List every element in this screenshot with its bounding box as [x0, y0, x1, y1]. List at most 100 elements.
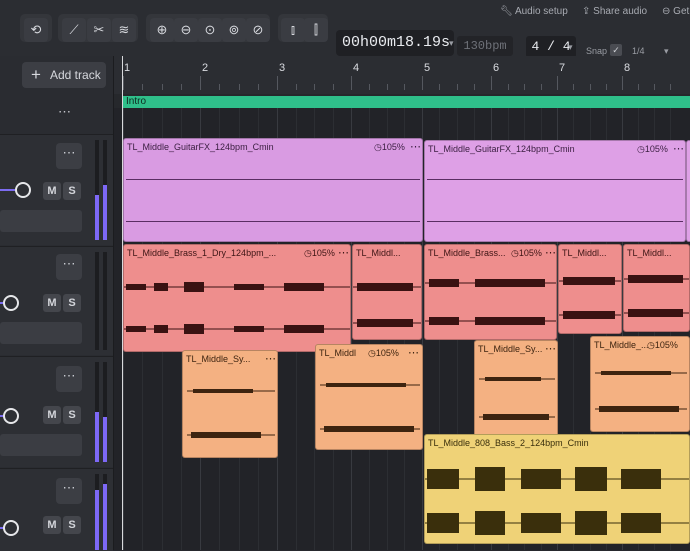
zoom-fit-icon[interactable]: ⊙: [198, 18, 222, 42]
scissors-icon[interactable]: ✂: [87, 18, 111, 42]
audio-clip[interactable]: TL_Middle_Sy... ⋯: [474, 340, 558, 440]
bar-number: 1: [124, 62, 131, 74]
track-more-button[interactable]: ⋯: [56, 366, 82, 392]
get-link[interactable]: ⊖ Get: [662, 6, 689, 17]
bar-number: 7: [559, 62, 566, 74]
grid-value[interactable]: 1/4: [632, 46, 645, 56]
time-display[interactable]: 00h00m18.19s: [336, 30, 454, 56]
audio-clip[interactable]: TL_Middle_Sy... ⋯: [182, 350, 278, 458]
tempo-display[interactable]: 130bpm: [457, 36, 513, 56]
ruler-tick: [219, 84, 221, 90]
track-more-button[interactable]: ⋯: [56, 478, 82, 504]
track-more-button[interactable]: ⋯: [56, 143, 82, 169]
mute-button[interactable]: M: [43, 516, 61, 534]
ruler-tick: [351, 76, 352, 90]
ruler-tick: [638, 84, 639, 90]
signature-chevron-icon[interactable]: ▾: [568, 42, 573, 53]
audio-clip[interactable]: TL_Middle_... ◷105%: [590, 336, 690, 432]
waveform: [425, 511, 689, 535]
split-icon[interactable]: ⫿: [304, 18, 328, 42]
bar-number: 5: [424, 62, 431, 74]
intro-marker[interactable]: Intro: [123, 96, 690, 108]
waveform: [479, 414, 555, 420]
track-input-select[interactable]: [0, 322, 82, 344]
level-meter-right: [103, 140, 107, 240]
volume-knob[interactable]: [3, 408, 19, 424]
zoom-in-icon[interactable]: ⊕: [150, 18, 174, 42]
track-input-select[interactable]: [0, 210, 82, 232]
ruler-tick: [238, 84, 240, 90]
clip-menu-icon[interactable]: ⋯: [408, 346, 419, 359]
waveform: [320, 426, 420, 432]
playhead[interactable]: [122, 56, 123, 550]
clip-menu-icon[interactable]: ⋯: [265, 352, 276, 365]
audio-clip[interactable]: TL_Middl...: [623, 244, 690, 332]
zoom-vertical-icon[interactable]: ⊚: [222, 18, 246, 42]
ruler-tick: [180, 84, 182, 90]
mute-button[interactable]: M: [43, 406, 61, 424]
waveform: [425, 467, 689, 491]
ruler-tick: [507, 84, 509, 90]
loop-icon[interactable]: ⟲: [24, 18, 48, 42]
ruler-tick: [123, 76, 124, 90]
snap-checkbox[interactable]: ✓: [610, 44, 622, 56]
add-track-button[interactable]: + Add track: [22, 62, 106, 88]
clip-menu-icon[interactable]: ⋯: [673, 142, 684, 155]
volume-knob[interactable]: [3, 520, 19, 536]
waveform: [126, 179, 420, 180]
time-format-chevron-icon[interactable]: ▾: [449, 38, 454, 49]
audio-clip[interactable]: TL_Middl ◷105% ⋯: [315, 344, 423, 450]
clip-menu-icon[interactable]: ⋯: [545, 246, 556, 259]
plus-icon: +: [31, 65, 41, 84]
align-icon[interactable]: ⫾: [281, 18, 305, 42]
solo-button[interactable]: S: [63, 516, 81, 534]
clip-menu-icon[interactable]: ⋯: [410, 140, 421, 153]
share-audio-label: Share audio: [593, 6, 648, 17]
solo-button[interactable]: S: [63, 294, 81, 312]
audio-clip[interactable]: TL_Middl...: [558, 244, 622, 334]
waveform: [595, 406, 687, 412]
meter-level: [103, 417, 107, 462]
volume-knob[interactable]: [15, 182, 31, 198]
waveform: [425, 317, 556, 325]
solo-button[interactable]: S: [63, 182, 81, 200]
ruler-tick: [332, 84, 334, 90]
audio-clip[interactable]: TL_Middle_Brass_1_Dry_124bpm_... ◷105% ⋯: [123, 244, 351, 352]
clip-speed: ◷105%: [368, 348, 399, 359]
clip-name: TL_Middle_808_Bass_2_124bpm_Cmin: [428, 438, 589, 448]
waveform: [187, 389, 275, 393]
automation-tool-icon[interactable]: ⟋: [62, 18, 86, 42]
track-more-button[interactable]: ⋯: [56, 254, 82, 280]
zoom-out-icon[interactable]: ⊖: [174, 18, 198, 42]
zoom-reset-icon[interactable]: ⊘: [246, 18, 270, 42]
audio-clip[interactable]: TL_Middle_GuitarFX_124bpm_Cmin ◷105% ⋯: [123, 138, 423, 242]
mute-button[interactable]: M: [43, 182, 61, 200]
ruler-tick: [622, 76, 623, 90]
waveform: [624, 309, 689, 317]
clip-menu-icon[interactable]: ⋯: [545, 342, 556, 355]
audio-setup-link[interactable]: 🔧︎ Audio setup: [500, 6, 568, 17]
share-audio-link[interactable]: ⇪ Share audio: [582, 6, 647, 17]
audio-clip[interactable]: TL_Middl...: [352, 244, 422, 340]
waveform: [559, 311, 621, 319]
audio-clip[interactable]: TL_Middle_Brass... ◷105% ⋯: [424, 244, 557, 340]
clip-menu-icon[interactable]: ⋯: [338, 246, 349, 259]
clip-speed: ◷105%: [511, 248, 542, 259]
track-options-icon[interactable]: ⋯: [58, 104, 71, 120]
bar-number: 3: [279, 62, 286, 74]
clock-icon: ◷: [374, 142, 382, 152]
mute-button[interactable]: M: [43, 294, 61, 312]
audio-clip[interactable]: TL_Middle_808_Bass_2_124bpm_Cmin: [424, 434, 690, 544]
audio-clip[interactable]: TL_Middle_GuitarFX_124bpm_Cmin ◷105% ⋯: [424, 140, 686, 242]
clock-icon: ◷: [647, 340, 655, 350]
track-input-select[interactable]: [0, 434, 82, 456]
ruler-tick: [605, 84, 607, 90]
solo-button[interactable]: S: [63, 406, 81, 424]
volume-knob[interactable]: [3, 295, 19, 311]
ruler-tick: [386, 84, 388, 90]
audio-clip[interactable]: [686, 140, 690, 242]
audio-setup-label: Audio setup: [514, 6, 568, 17]
clip-name: TL_Middle_Brass_1_Dry_124bpm_...: [127, 248, 277, 258]
fade-tool-icon[interactable]: ≋: [112, 18, 136, 42]
bar-number: 6: [493, 62, 500, 74]
